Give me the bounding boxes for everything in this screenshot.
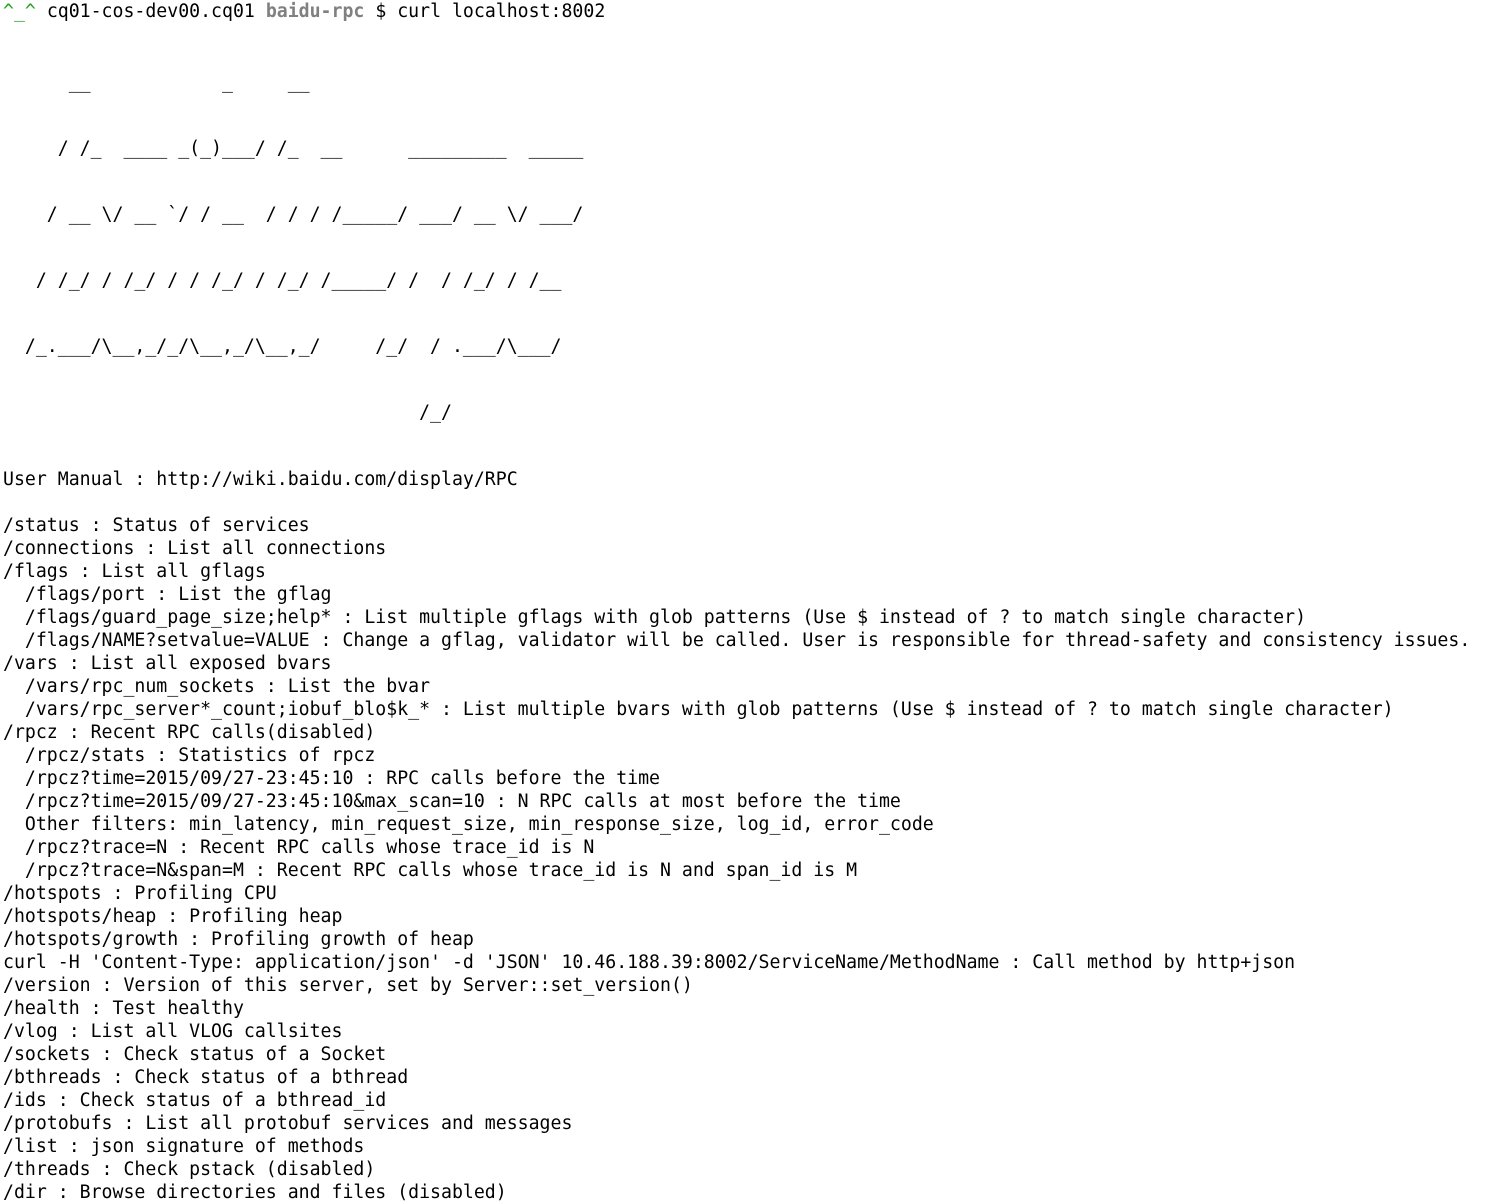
output-line: /hotspots/growth : Profiling growth of h…: [3, 929, 474, 950]
output-line: /rpcz?trace=N : Recent RPC calls whose t…: [3, 837, 595, 858]
ascii-banner: __ _ __ / /_ ____ _(_)___/ /_ __ _______…: [3, 28, 1486, 468]
prompt-face: ^_^: [3, 1, 36, 22]
output-line: /flags/port : List the gflag: [3, 584, 332, 605]
output-line: /rpcz?time=2015/09/27-23:45:10 : RPC cal…: [3, 768, 660, 789]
output-line: /rpcz : Recent RPC calls(disabled): [3, 722, 376, 743]
output-line: /threads : Check pstack (disabled): [3, 1159, 376, 1180]
banner-line: /_.___/\__,_/_/\__,_/\__,_/ /_/ / .___/\…: [3, 336, 562, 357]
output-line: /rpcz/stats : Statistics of rpcz: [3, 745, 376, 766]
output-line: /flags : List all gflags: [3, 561, 266, 582]
command-output: User Manual : http://wiki.baidu.com/disp…: [3, 468, 1486, 1204]
output-line: /rpcz?trace=N&span=M : Recent RPC calls …: [3, 860, 858, 881]
output-line: /health : Test healthy: [3, 998, 244, 1019]
output-line: /version : Version of this server, set b…: [3, 975, 693, 996]
output-line: Other filters: min_latency, min_request_…: [3, 814, 934, 835]
output-line: /list : json signature of methods: [3, 1136, 365, 1157]
output-line: /rpcz?time=2015/09/27-23:45:10&max_scan=…: [3, 791, 901, 812]
output-line: /connections : List all connections: [3, 538, 387, 559]
output-line: User Manual : http://wiki.baidu.com/disp…: [3, 469, 518, 490]
output-line: /dir : Browse directories and files (dis…: [3, 1182, 507, 1203]
output-line: /hotspots/heap : Profiling heap: [3, 906, 343, 927]
shell-prompt-line: ^_^ cq01-cos-dev00.cq01 baidu-rpc $ curl…: [3, 0, 1486, 23]
prompt-directory: baidu-rpc: [265, 1, 365, 22]
banner-line: / __ \/ __ `/ / __ / / / /_____/ ___/ __…: [3, 204, 584, 225]
output-line: /flags/NAME?setvalue=VALUE : Change a gf…: [3, 630, 1471, 651]
banner-line: / /_/ / /_/ / / /_/ / /_/ /_____/ / / /_…: [3, 270, 562, 291]
output-line: /vars : List all exposed bvars: [3, 653, 332, 674]
output-line: /protobufs : List all protobuf services …: [3, 1113, 573, 1134]
command-text: curl localhost:8002: [397, 1, 606, 22]
terminal-window[interactable]: ^_^ cq01-cos-dev00.cq01 baidu-rpc $ curl…: [0, 0, 1486, 1203]
output-line: /ids : Check status of a bthread_id: [3, 1090, 387, 1111]
output-line: curl -H 'Content-Type: application/json'…: [3, 952, 1296, 973]
output-line: /flags/guard_page_size;help* : List mult…: [3, 607, 1307, 628]
output-line: /sockets : Check status of a Socket: [3, 1044, 387, 1065]
prompt-dollar: $: [375, 1, 387, 22]
output-line: /hotspots : Profiling CPU: [3, 883, 277, 904]
output-line: /status : Status of services: [3, 515, 310, 536]
output-line: /bthreads : Check status of a bthread: [3, 1067, 409, 1088]
output-line: /vars/rpc_num_sockets : List the bvar: [3, 676, 431, 697]
banner-line: __ _ __: [3, 72, 310, 93]
prompt-host: cq01-cos-dev00.cq01: [46, 1, 255, 22]
output-line: /vars/rpc_server*_count;iobuf_blo$k_* : …: [3, 699, 1394, 720]
banner-line: /_/: [3, 402, 452, 423]
banner-line: / /_ ____ _(_)___/ /_ __ _________ _____: [3, 138, 584, 159]
output-line: /vlog : List all VLOG callsites: [3, 1021, 343, 1042]
